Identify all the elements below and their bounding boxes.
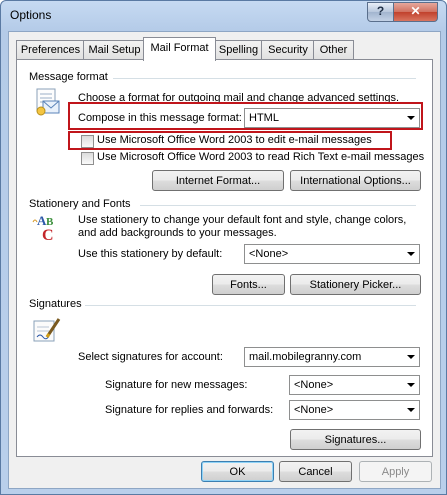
tab-spelling[interactable]: Spelling — [214, 40, 263, 60]
signature-account-select[interactable]: mail.mobilegranny.com — [244, 347, 420, 367]
signature-pen-icon — [33, 318, 61, 342]
signature-replies-label: Signature for replies and forwards: — [105, 404, 274, 416]
tab-mail-format[interactable]: Mail Format — [143, 37, 216, 61]
signature-account-value: mail.mobilegranny.com — [249, 351, 362, 363]
signature-new-messages-label: Signature for new messages: — [105, 379, 248, 391]
stationery-description-line2: and add backgrounds to your messages. — [78, 227, 277, 239]
dialog-client: Preferences Mail Setup Mail Format Spell… — [8, 31, 441, 489]
signature-new-messages-value: <None> — [294, 379, 334, 391]
svg-text:C: C — [42, 227, 54, 244]
signature-replies-value: <None> — [294, 404, 334, 416]
help-icon: ? — [376, 4, 385, 18]
help-button[interactable]: ? — [367, 2, 394, 22]
tab-security[interactable]: Security — [261, 40, 315, 60]
fonts-button[interactable]: Fonts... — [212, 274, 285, 295]
tab-other[interactable]: Other — [313, 40, 354, 60]
close-icon: ✕ — [410, 4, 421, 18]
cancel-button[interactable]: Cancel — [279, 461, 352, 482]
internet-format-button[interactable]: Internet Format... — [152, 170, 284, 191]
use-word-read-label: Use Microsoft Office Word 2003 to read R… — [97, 151, 425, 163]
stationery-default-value: <None> — [249, 248, 289, 260]
apply-button[interactable]: Apply — [359, 461, 432, 482]
use-word-edit-checkbox[interactable] — [81, 135, 94, 148]
stationery-picker-button[interactable]: Stationery Picker... — [290, 274, 421, 295]
signatures-heading: Signatures — [29, 298, 82, 310]
ok-button[interactable]: OK — [201, 461, 274, 482]
chevron-down-icon — [407, 116, 415, 120]
chevron-down-icon — [407, 252, 415, 256]
signature-new-messages-select[interactable]: <None> — [289, 375, 420, 395]
stationery-default-select[interactable]: <None> — [244, 244, 420, 264]
mail-format-page: Message format Choose a format for outgo… — [16, 59, 433, 457]
chevron-down-icon — [407, 383, 415, 387]
message-format-icon — [36, 88, 60, 116]
tab-mail-setup[interactable]: Mail Setup — [83, 40, 146, 60]
divider — [85, 305, 416, 306]
signature-account-label: Select signatures for account: — [78, 351, 223, 363]
title-bar: Options ? ✕ — [1, 1, 446, 31]
stationery-abc-icon: A B C — [32, 213, 54, 244]
compose-format-value: HTML — [249, 112, 279, 124]
international-options-button[interactable]: International Options... — [290, 170, 421, 191]
signature-replies-select[interactable]: <None> — [289, 400, 420, 420]
signatures-button[interactable]: Signatures... — [290, 429, 421, 450]
use-word-read-checkbox[interactable] — [81, 152, 94, 165]
use-word-edit-label: Use Microsoft Office Word 2003 to edit e… — [97, 134, 372, 146]
stationery-description-line1: Use stationery to change your default fo… — [78, 214, 407, 226]
compose-format-select[interactable]: HTML — [244, 108, 420, 128]
tab-preferences[interactable]: Preferences — [16, 40, 85, 60]
stationery-heading: Stationery and Fonts — [29, 198, 131, 210]
divider — [140, 205, 416, 206]
chevron-down-icon — [407, 355, 415, 359]
chevron-down-icon — [407, 408, 415, 412]
message-format-heading: Message format — [29, 71, 108, 83]
close-button[interactable]: ✕ — [393, 2, 438, 22]
options-dialog: Options ? ✕ Preferences Mail Setup Mail … — [0, 0, 447, 495]
window-title: Options — [10, 8, 52, 22]
compose-format-label: Compose in this message format: — [78, 112, 242, 124]
stationery-default-label: Use this stationery by default: — [78, 248, 223, 260]
divider — [113, 78, 416, 79]
